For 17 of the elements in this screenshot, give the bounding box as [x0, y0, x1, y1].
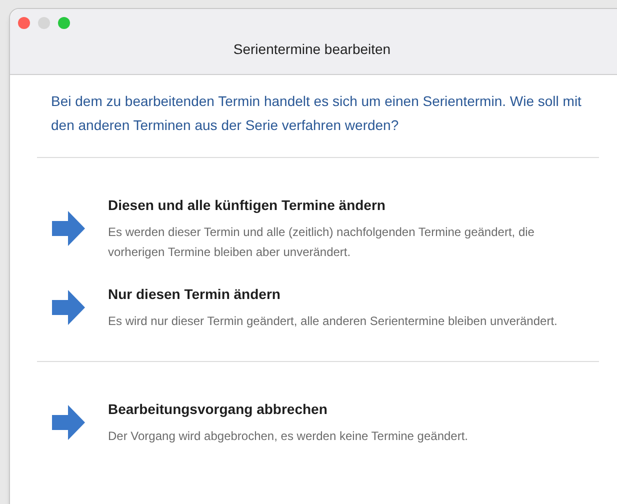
right-arrow-icon: [52, 290, 85, 325]
window-title: Serientermine bearbeiten: [233, 40, 391, 59]
close-button[interactable]: [18, 17, 30, 29]
option-item[interactable]: Diesen und alle künftigen Termine ändern Es werden dieser Termin und alle (zeitlich) nachfolgenden Termine geändert, die vorherigen Termine bleiben aber unverändert.: [10, 195, 590, 262]
intro-text: Bei dem zu bearbeitenden Termin handelt es sich um einen Serientermin. Wie soll mit den anderen Terminen aus der Serie verfahren werden?: [51, 92, 582, 135]
right-arrow-icon: [52, 405, 85, 440]
minimize-button[interactable]: [38, 17, 50, 29]
option-title: Nur diesen Termin ändern: [108, 285, 282, 304]
option-item[interactable]: Bearbeitungsvorgang abbrechen Der Vorgang wird abgebrochen, es werden keine Termine geändert.: [10, 399, 590, 446]
option-description: Es wird nur dieser Termin geändert, alle anderen Serientermine bleiben unverändert.: [108, 313, 558, 330]
option-description: Der Vorgang wird abgebrochen, es werden keine Termine geändert.: [108, 428, 469, 445]
option-description: Es werden dieser Termin und alle (zeitlich) nachfolgenden Termine geändert, die vorherigen Termine bleiben aber unverändert.: [108, 224, 536, 261]
zoom-button[interactable]: [58, 17, 70, 29]
option-item[interactable]: Nur diesen Termin ändern Es wird nur dieser Termin geändert, alle anderen Serientermine bleiben unverändert.: [10, 284, 590, 331]
option-title: Bearbeitungsvorgang abbrechen: [108, 400, 328, 419]
option-title: Diesen und alle künftigen Termine ändern: [108, 196, 386, 215]
right-arrow-icon: [52, 211, 85, 246]
